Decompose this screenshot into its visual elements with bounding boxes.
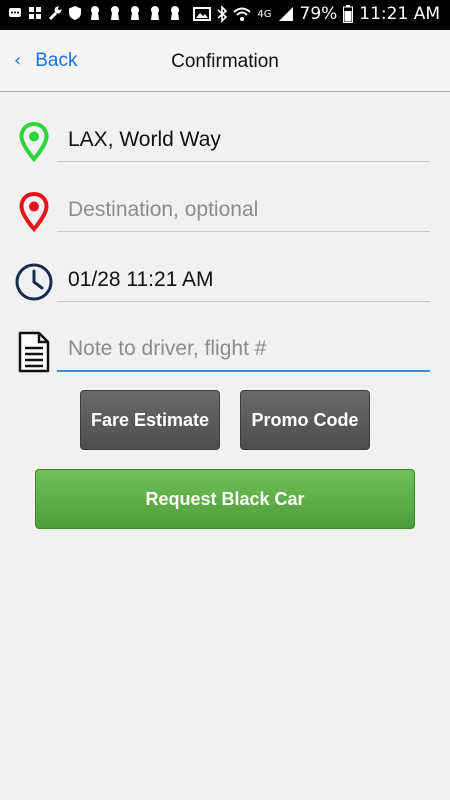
keyhole-icon-2 — [111, 6, 119, 20]
shield-icon — [69, 6, 81, 20]
network-type: 4G — [257, 8, 272, 20]
notification-icons — [8, 5, 182, 21]
datetime-row — [14, 258, 432, 308]
image-icon — [193, 7, 212, 21]
back-button[interactable]: ‹ Back — [14, 50, 77, 72]
grid-icon — [29, 7, 41, 19]
status-bar: 4G 79% 11:21 AM — [0, 0, 450, 30]
chevron-left-icon: ‹ — [14, 50, 22, 71]
red-location-pin-icon — [14, 190, 54, 234]
promo-code-button[interactable]: Promo Code — [240, 390, 370, 450]
keyhole-icon-5 — [171, 6, 179, 20]
destination-row — [14, 188, 432, 238]
keyhole-icon-1 — [91, 6, 99, 20]
request-black-car-button[interactable]: Request Black Car — [35, 469, 415, 529]
wrench-icon — [48, 6, 62, 21]
keyhole-icon-3 — [131, 6, 139, 20]
clock-icon — [14, 260, 54, 304]
note-row — [14, 328, 432, 378]
clock-time: 11:21 AM — [359, 4, 440, 24]
destination-input[interactable] — [57, 188, 430, 232]
back-label: Back — [35, 50, 78, 71]
bluetooth-icon — [217, 5, 228, 23]
battery-icon — [343, 5, 354, 23]
wifi-icon — [233, 7, 252, 21]
fare-estimate-button[interactable]: Fare Estimate — [80, 390, 220, 450]
battery-percentage: 79% — [299, 4, 338, 24]
message-icon — [9, 8, 21, 17]
keyhole-icon-4 — [151, 6, 159, 20]
green-location-pin-icon — [14, 120, 54, 164]
signal-icon — [278, 7, 293, 21]
note-document-icon — [14, 330, 54, 374]
system-status: 4G 79% 11:21 AM — [193, 4, 440, 24]
pickup-row — [14, 118, 432, 168]
note-to-driver-input[interactable] — [57, 328, 430, 372]
navigation-bar: Confirmation ‹ Back — [0, 30, 450, 92]
datetime-input[interactable] — [57, 258, 430, 302]
pickup-input[interactable] — [57, 118, 430, 162]
